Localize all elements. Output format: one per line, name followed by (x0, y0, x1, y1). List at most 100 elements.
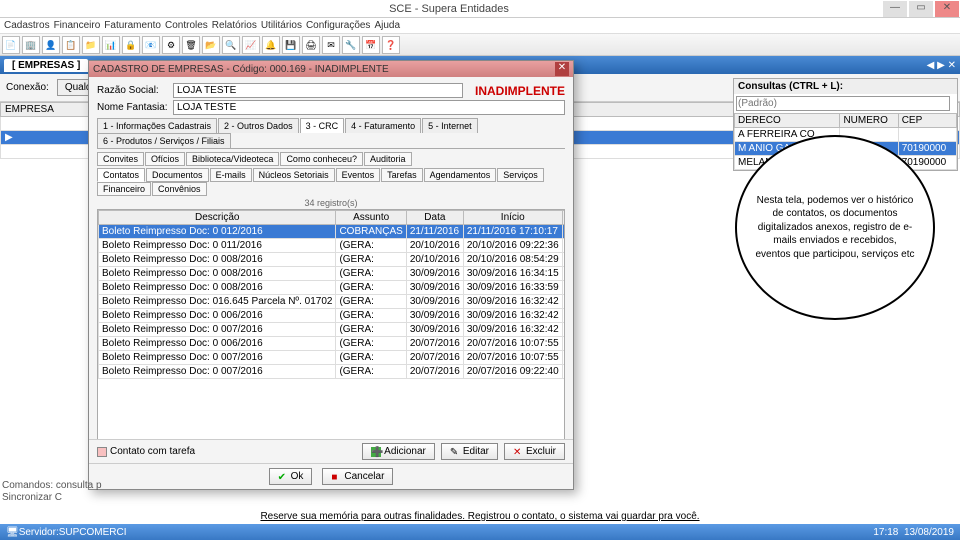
delete-button[interactable]: ✕Excluir (504, 443, 565, 460)
fantasia-label: Nome Fantasia: (97, 102, 169, 113)
toolbar-button[interactable]: 🔔 (262, 36, 280, 54)
menu-item[interactable]: Financeiro (54, 20, 101, 31)
table-row[interactable]: Boleto Reimpresso Doc: 0 011/2016(GERA:2… (99, 239, 566, 253)
toolbar-button[interactable]: ✉ (322, 36, 340, 54)
menu-item[interactable]: Faturamento (104, 20, 161, 31)
status-date: 13/08/2019 (904, 527, 954, 538)
record-count: 34 registro(s) (97, 198, 565, 208)
table-row[interactable]: Boleto Reimpresso Doc: 0 012/2016COBRANÇ… (99, 225, 566, 239)
toolbar-button[interactable]: 📁 (82, 36, 100, 54)
crud-row: Contato com tarefa ➕Adicionar ✎Editar ✕E… (89, 439, 573, 463)
subtab[interactable]: Biblioteca/Videoteca (186, 152, 279, 166)
table-row[interactable]: Boleto Reimpresso Doc: 0 006/2016(GERA:3… (99, 309, 566, 323)
ok-row: ✔Ok ■Cancelar (89, 463, 573, 489)
table-row[interactable]: Boleto Reimpresso Doc: 0 006/2016(GERA:2… (99, 337, 566, 351)
table-row[interactable]: Boleto Reimpresso Doc: 0 008/2016(GERA:3… (99, 281, 566, 295)
subtab[interactable]: Serviços (497, 168, 544, 182)
table-row[interactable]: Boleto Reimpresso Doc: 0 007/2016(GERA:3… (99, 323, 566, 337)
close-button[interactable]: ✕ (935, 1, 959, 17)
razao-input[interactable] (173, 83, 463, 98)
contatos-grid[interactable]: DescriçãoAssuntoDataInícioFim ContatoTip… (97, 209, 565, 459)
col-header[interactable]: Descrição (99, 211, 336, 225)
subtab[interactable]: Eventos (336, 168, 381, 182)
menu-item[interactable]: Configurações (306, 20, 370, 31)
cancel-button[interactable]: ■Cancelar (322, 468, 393, 485)
toolbar-button[interactable]: 💾 (282, 36, 300, 54)
menu-item[interactable]: Controles (165, 20, 208, 31)
lower-commands: Comandos: consulta p Sincronizar C (2, 479, 102, 504)
toolbar-button[interactable]: 🔒 (122, 36, 140, 54)
minimize-button[interactable]: — (883, 1, 907, 17)
toolbar-button[interactable]: 📧 (142, 36, 160, 54)
server-name: SUPCOMERCI (59, 527, 127, 538)
toolbar-button[interactable]: 🏢 (22, 36, 40, 54)
subtab[interactable]: Documentos (146, 168, 209, 182)
col-header[interactable]: NUMERO (840, 114, 898, 128)
table-row[interactable]: Boleto Reimpresso Doc: 0 007/2016(GERA:2… (99, 365, 566, 379)
toolbar-button[interactable]: 📂 (202, 36, 220, 54)
toolbar-button[interactable]: 📄 (2, 36, 20, 54)
contato-tarefa-checkbox[interactable]: Contato com tarefa (97, 446, 195, 457)
consultas-input[interactable] (736, 96, 950, 111)
tab-empresas[interactable]: [ EMPRESAS ] (4, 59, 88, 72)
toolbar-button[interactable]: 🔧 (342, 36, 360, 54)
toolbar-button[interactable]: 👤 (42, 36, 60, 54)
ok-button[interactable]: ✔Ok (269, 468, 313, 485)
toolbar-button[interactable]: 📊 (102, 36, 120, 54)
edit-button[interactable]: ✎Editar (441, 443, 498, 460)
tab-outros[interactable]: 2 - Outros Dados (218, 118, 299, 133)
toolbar-button[interactable]: 🖨 (302, 36, 320, 54)
subtab[interactable]: Auditoria (364, 152, 412, 166)
tab-crc[interactable]: 3 - CRC (300, 118, 345, 133)
plus-icon: ➕ (371, 447, 381, 457)
table-row[interactable]: Boleto Reimpresso Doc: 016.645 Parcela N… (99, 295, 566, 309)
col-header[interactable]: Início (463, 211, 562, 225)
toolbar-button[interactable]: 🗑 (182, 36, 200, 54)
panel-header: Consultas (CTRL + L): (734, 79, 957, 94)
toolbar-button[interactable]: 📅 (362, 36, 380, 54)
pencil-icon: ✎ (450, 447, 460, 457)
table-row[interactable]: Boleto Reimpresso Doc: 0 008/2016(GERA:3… (99, 267, 566, 281)
tab-internet[interactable]: 5 - Internet (422, 118, 478, 133)
col-header[interactable]: CEP (898, 114, 956, 128)
subtab[interactable]: E-mails (210, 168, 252, 182)
subtab[interactable]: Convites (97, 152, 144, 166)
menu-item[interactable]: Utilitários (261, 20, 302, 31)
subtab[interactable]: Como conheceu? (280, 152, 363, 166)
subtab[interactable]: Agendamentos (424, 168, 497, 182)
add-button[interactable]: ➕Adicionar (362, 443, 435, 460)
main-inner-tabs: 1 - Informações Cadastrais 2 - Outros Da… (97, 118, 565, 149)
subtab[interactable]: Tarefas (381, 168, 423, 182)
tab-faturamento[interactable]: 4 - Faturamento (345, 118, 421, 133)
tab-produtos[interactable]: 6 - Produtos / Serviços / Filiais (97, 133, 231, 148)
col-header[interactable]: DERECO (735, 114, 840, 128)
fantasia-input[interactable] (173, 100, 565, 115)
col-header[interactable]: Fim Contato (562, 211, 565, 225)
cancel-icon: ■ (331, 472, 341, 482)
toolbar-button[interactable]: 🔍 (222, 36, 240, 54)
table-row[interactable]: Boleto Reimpresso Doc: 0 007/2016(GERA:2… (99, 351, 566, 365)
callout-text: Nesta tela, podemos ver o histórico de c… (755, 194, 915, 262)
toolbar-button[interactable]: 📋 (62, 36, 80, 54)
subtab[interactable]: Convênios (152, 182, 207, 196)
subtab[interactable]: Ofícios (145, 152, 185, 166)
col-header[interactable]: Assunto (336, 211, 406, 225)
sub-tabs-row1: Convites Ofícios Biblioteca/Videoteca Co… (97, 152, 565, 166)
col-header[interactable]: Data (406, 211, 463, 225)
table-row[interactable]: Boleto Reimpresso Doc: 0 008/2016(GERA:2… (99, 253, 566, 267)
toolbar-button[interactable]: 📈 (242, 36, 260, 54)
subtab-contatos[interactable]: Contatos (97, 168, 145, 182)
subtab[interactable]: Financeiro (97, 182, 151, 196)
tab-info[interactable]: 1 - Informações Cadastrais (97, 118, 217, 133)
tab-nav[interactable]: ◀ ▶ ✕ (927, 60, 956, 71)
menu-item[interactable]: Relatórios (212, 20, 257, 31)
toolbar-button[interactable]: ❓ (382, 36, 400, 54)
maximize-button[interactable]: ▭ (909, 1, 933, 17)
menu-item[interactable]: Ajuda (374, 20, 400, 31)
subtab[interactable]: Núcleos Setoriais (253, 168, 335, 182)
modal-close-button[interactable]: ✕ (555, 62, 569, 76)
server-label: Servidor: (19, 527, 59, 538)
window-title: SCE - Supera Entidades (16, 3, 882, 15)
menu-item[interactable]: Cadastros (4, 20, 50, 31)
toolbar-button[interactable]: ⚙ (162, 36, 180, 54)
